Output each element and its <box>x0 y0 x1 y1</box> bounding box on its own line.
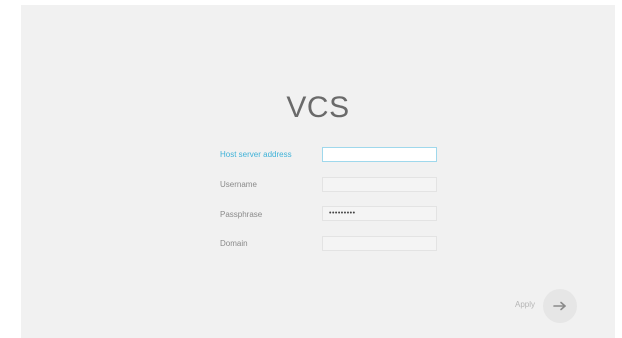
page-title: VCS <box>286 91 350 124</box>
passphrase-label: Passphrase <box>220 210 263 219</box>
domain-label: Domain <box>220 239 248 248</box>
apply-button[interactable] <box>543 289 577 323</box>
domain-input[interactable] <box>322 236 437 251</box>
arrow-right-icon <box>553 301 567 311</box>
passphrase-input[interactable]: ••••••••• <box>322 206 437 221</box>
username-input[interactable] <box>322 177 437 192</box>
host-server-address-label: Host server address <box>220 150 292 159</box>
host-server-address-input[interactable] <box>322 147 437 162</box>
username-label: Username <box>220 180 257 189</box>
apply-label: Apply <box>515 300 536 309</box>
login-panel: VCS Host server address Username Passphr… <box>21 5 615 338</box>
